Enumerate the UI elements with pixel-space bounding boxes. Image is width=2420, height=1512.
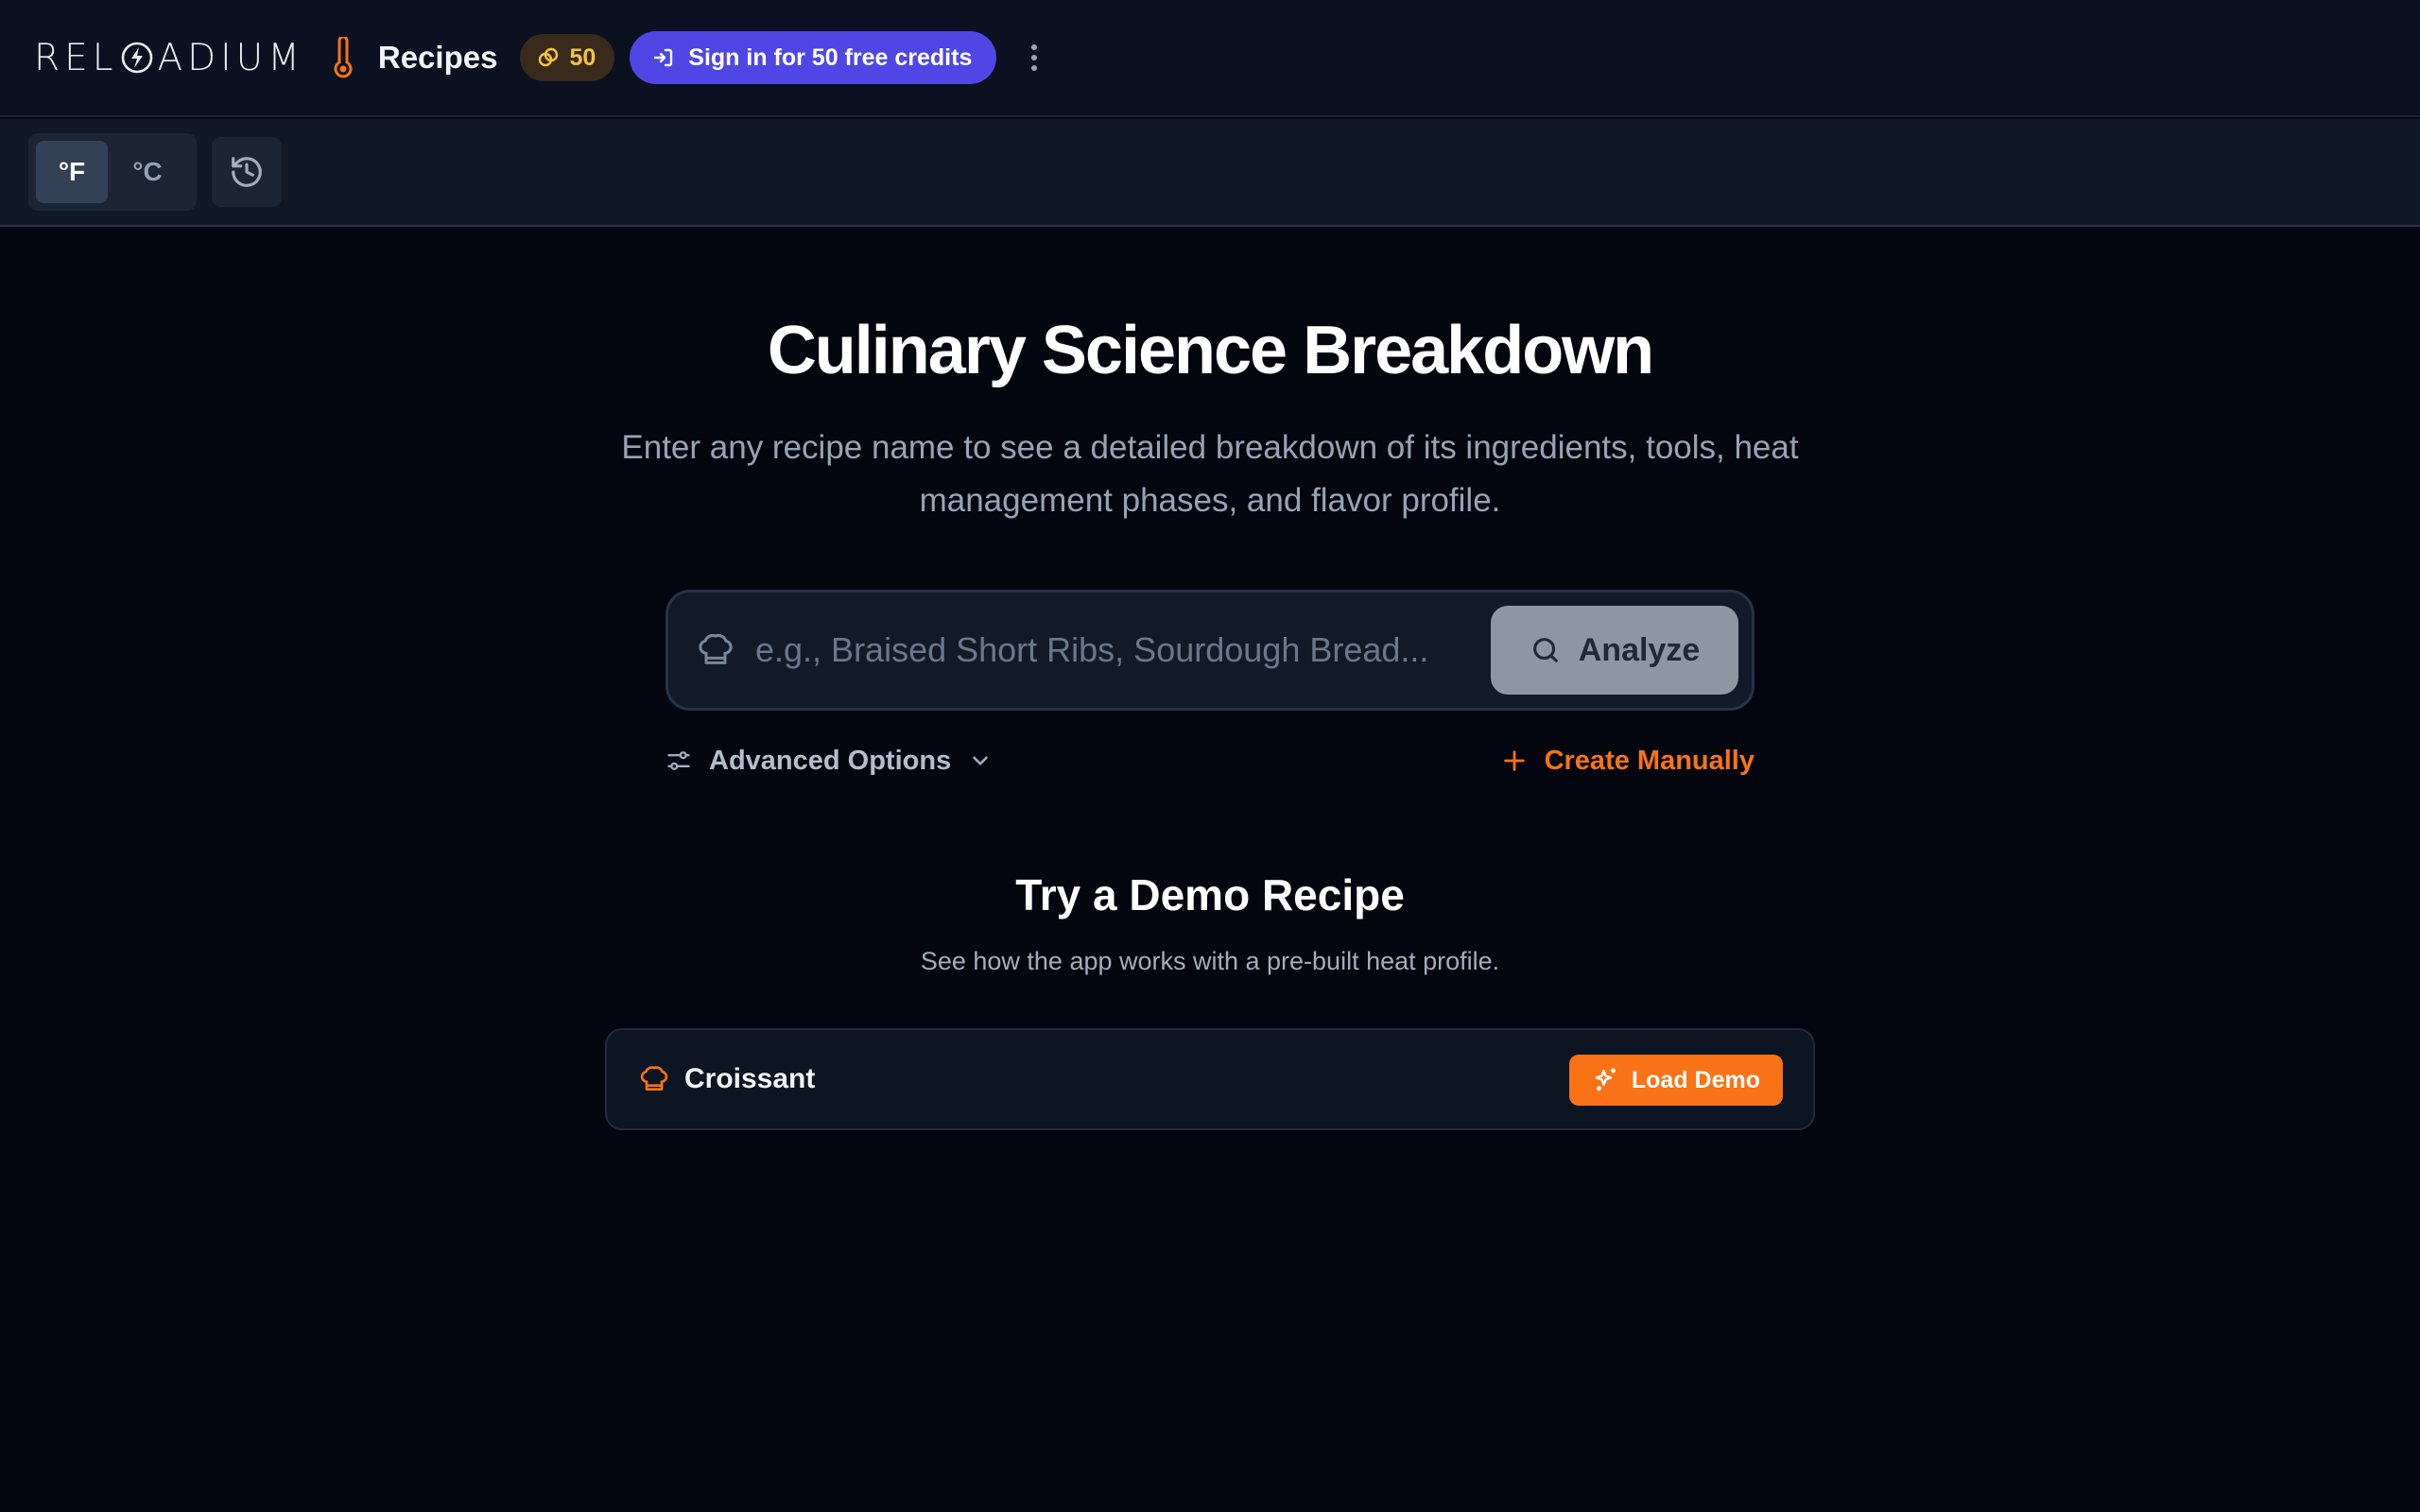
- analyze-label: Analyze: [1578, 631, 1701, 668]
- page-subtitle: Enter any recipe name to see a detailed …: [621, 429, 1799, 519]
- demo-recipe-name: Croissant: [684, 1063, 816, 1094]
- demo-section-title: Try a Demo Recipe: [1015, 870, 1405, 919]
- chef-hat-icon: [639, 1064, 669, 1094]
- advanced-options-toggle[interactable]: Advanced Options: [666, 739, 993, 782]
- advanced-options-label: Advanced Options: [709, 745, 952, 776]
- top-bar: REL ADIUM Recipes 50 Sign in for 50 free…: [0, 0, 2420, 117]
- demo-recipe-card: Croissant Load Demo: [605, 1028, 1815, 1130]
- load-demo-button[interactable]: Load Demo: [1568, 1055, 1783, 1106]
- logo-text-start: REL: [34, 36, 118, 79]
- credits-badge[interactable]: 50: [520, 34, 615, 81]
- credits-count: 50: [569, 43, 596, 71]
- sparkles-icon: [1595, 1068, 1616, 1091]
- reloadium-logo[interactable]: REL ADIUM: [34, 37, 304, 79]
- plus-icon: [1503, 750, 1525, 771]
- create-manually-label: Create Manually: [1544, 745, 1754, 776]
- sliders-icon: [667, 751, 690, 770]
- fahrenheit-button[interactable]: °F: [36, 141, 108, 203]
- toolbar: °F °C: [0, 119, 2420, 227]
- coin-icon: [539, 47, 559, 67]
- app-name: Recipes: [377, 40, 498, 75]
- chevron-down-icon: [973, 756, 989, 765]
- more-vertical-icon: [1031, 44, 1038, 50]
- analyze-button[interactable]: Analyze: [1491, 606, 1738, 695]
- create-manually-button[interactable]: Create Manually: [1501, 739, 1754, 782]
- recipe-search-box: Analyze: [666, 590, 1754, 711]
- logo-bolt-icon: [122, 42, 153, 74]
- logo-text-end: ADIUM: [157, 36, 304, 79]
- chef-hat-icon: [697, 631, 735, 669]
- more-menu-button[interactable]: [1025, 39, 1044, 77]
- search-icon: [1532, 638, 1558, 662]
- sign-in-button[interactable]: Sign in for 50 free credits: [630, 31, 997, 84]
- history-button[interactable]: [212, 137, 282, 207]
- recipe-search-input[interactable]: [755, 612, 1474, 688]
- sign-in-label: Sign in for 50 free credits: [688, 43, 973, 71]
- load-demo-label: Load Demo: [1631, 1066, 1760, 1093]
- demo-section-subtitle: See how the app works with a pre-built h…: [920, 947, 1500, 975]
- celsius-button[interactable]: °C: [112, 141, 183, 203]
- temperature-unit-toggle: °F °C: [28, 133, 197, 211]
- sign-in-icon: [654, 48, 673, 67]
- history-icon: [232, 157, 262, 187]
- page-title: Culinary Science Breakdown: [767, 313, 1654, 388]
- thermometer-icon: [333, 37, 354, 78]
